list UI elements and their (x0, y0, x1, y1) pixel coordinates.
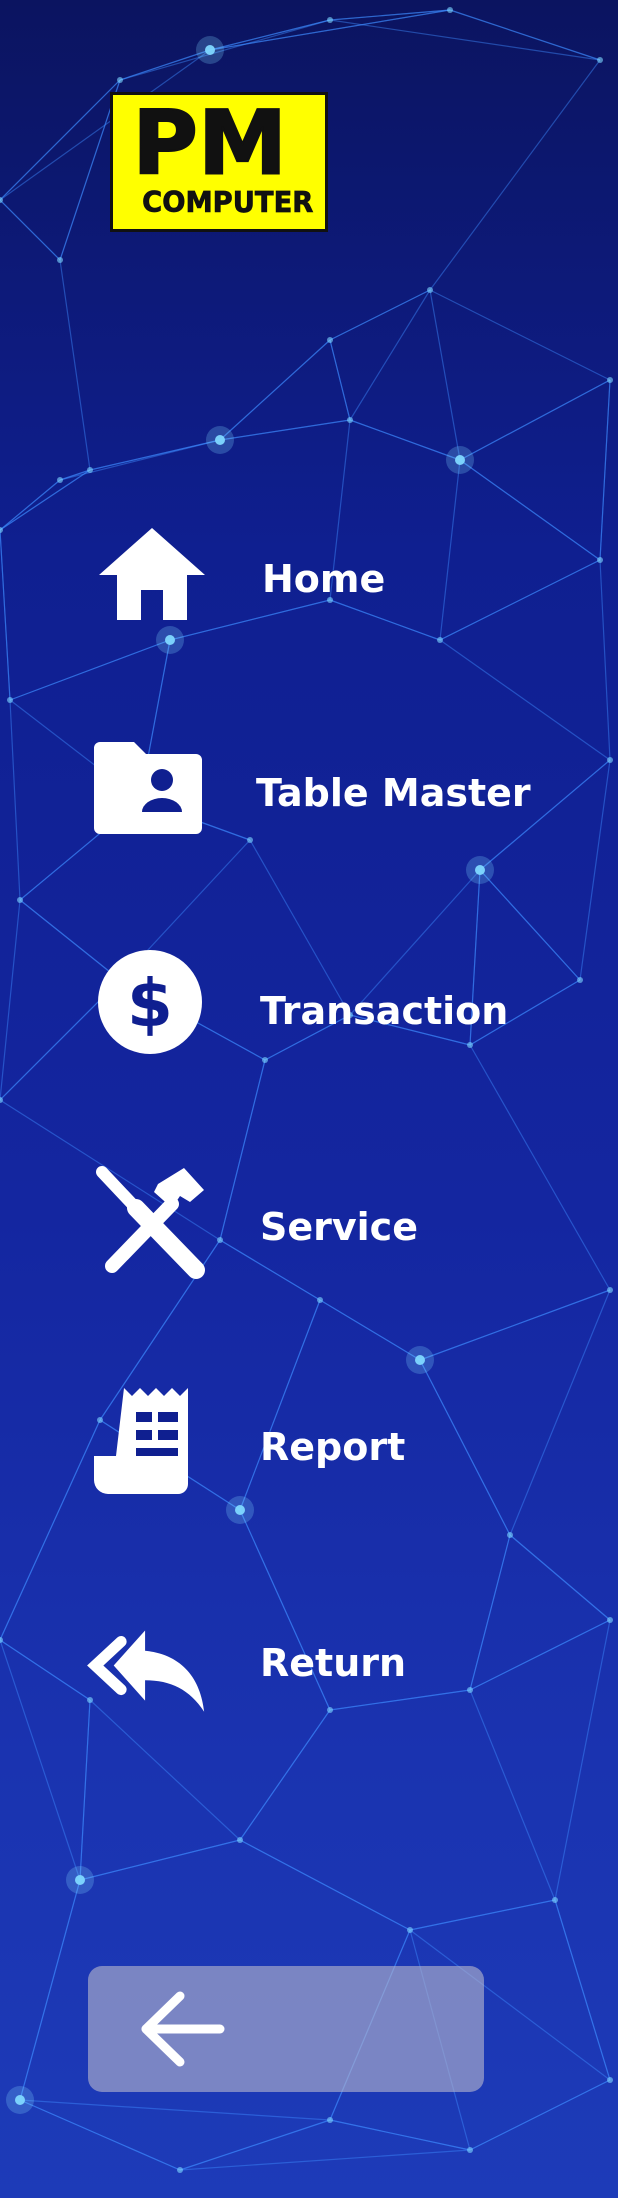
arrow-left-icon (141, 1991, 225, 2067)
back-button[interactable] (88, 1966, 484, 2092)
menu-item-return[interactable]: Return (0, 1600, 618, 1730)
menu-item-label: Transaction (260, 989, 509, 1033)
menu-item-transaction[interactable]: $ Transaction (0, 946, 618, 1076)
network-background (0, 7, 613, 2173)
menu-item-label: Return (260, 1641, 407, 1685)
menu-item-label: Home (262, 557, 386, 601)
menu-item-label: Report (260, 1425, 406, 1469)
menu-item-table-master[interactable]: Table Master (0, 732, 618, 862)
menu-item-service[interactable]: Service (0, 1162, 618, 1292)
pm-computer-logo: PM COMPUTER (110, 92, 328, 232)
folder-user-icon (88, 732, 208, 852)
menu-item-report[interactable]: Report (0, 1382, 618, 1512)
svg-text:$: $ (127, 965, 173, 1042)
reply-all-icon (86, 1600, 206, 1720)
home-icon (92, 520, 212, 640)
logo-pm-text: PM (132, 95, 287, 194)
receipt-icon (94, 1382, 214, 1502)
menu-item-label: Service (260, 1205, 418, 1249)
menu-item-label: Table Master (256, 771, 531, 815)
logo-computer-text: COMPUTER (142, 185, 313, 219)
tools-icon (92, 1162, 212, 1282)
menu-item-home[interactable]: Home (0, 520, 618, 650)
dollar-coin-icon: $ (92, 946, 212, 1066)
